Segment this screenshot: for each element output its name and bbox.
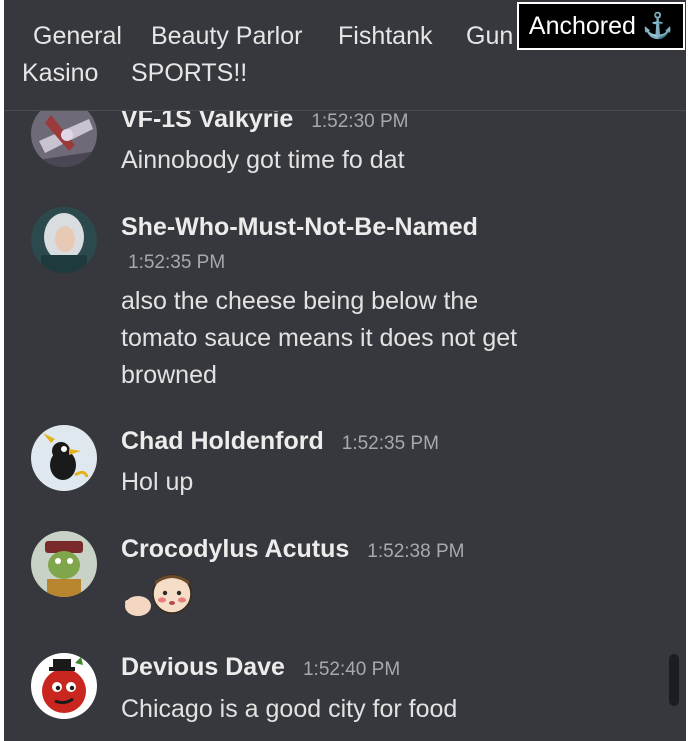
crocodile-avatar[interactable] <box>31 531 97 597</box>
message-author[interactable]: Devious Dave 1:52:40 PM <box>121 653 400 682</box>
message-timestamp: 1:52:35 PM <box>341 433 439 454</box>
message-timestamp: 1:52:40 PM <box>302 659 401 680</box>
tab-general[interactable]: General <box>33 22 122 51</box>
message-author[interactable]: She-Who-Must-Not-Be-Named <box>121 213 478 242</box>
message-text: Hol up <box>121 468 194 496</box>
message-author[interactable]: VF-1S Valkyrie 1:52:30 PM <box>121 111 409 134</box>
mecha-avatar[interactable] <box>31 111 97 167</box>
anchor-icon: ⚓ <box>641 11 674 40</box>
message-author[interactable]: Crocodylus Acutus 1:52:38 PM <box>121 535 464 564</box>
message-timestamp: 1:52:38 PM <box>367 541 465 562</box>
scrollbar-thumb[interactable] <box>669 654 679 706</box>
message-author[interactable]: Chad Holdenford 1:52:35 PM <box>121 427 439 456</box>
pointing-hand-emoji <box>125 596 151 616</box>
tab-fishtank[interactable]: Fishtank <box>338 22 432 51</box>
chat-window: General Beauty Parlor Fishtank Gun Kasin… <box>4 0 686 741</box>
tab-kasino[interactable]: Kasino <box>22 59 98 88</box>
tab-beauty-parlor[interactable]: Beauty Parlor <box>151 22 302 51</box>
woman-avatar[interactable] <box>31 207 97 273</box>
blushing-face-emoji <box>152 574 192 614</box>
channel-tabs: General Beauty Parlor Fishtank Gun Kasin… <box>4 0 686 111</box>
message-list: VF-1S Valkyrie 1:52:30 PM Ainnobody got t… <box>4 111 686 741</box>
cartoon-bird-avatar[interactable] <box>31 425 97 491</box>
window-edge <box>686 0 691 741</box>
tab-sports[interactable]: SPORTS!! <box>131 59 247 88</box>
message-text: Chicago is a good city for food <box>121 695 458 723</box>
anchored-button[interactable]: Anchored ⚓ <box>517 2 685 50</box>
tomato-avatar[interactable] <box>31 653 97 719</box>
message-text: also the cheese being below the tomato s… <box>121 287 518 389</box>
message-timestamp: 1:52:30 PM <box>311 111 409 132</box>
tab-gun[interactable]: Gun <box>466 22 513 51</box>
message-timestamp: 1:52:35 PM <box>128 252 226 273</box>
message-text: Ainnobody got time fo dat <box>121 146 405 174</box>
anchored-label: Anchored <box>528 11 636 40</box>
emoji-row <box>121 569 201 619</box>
